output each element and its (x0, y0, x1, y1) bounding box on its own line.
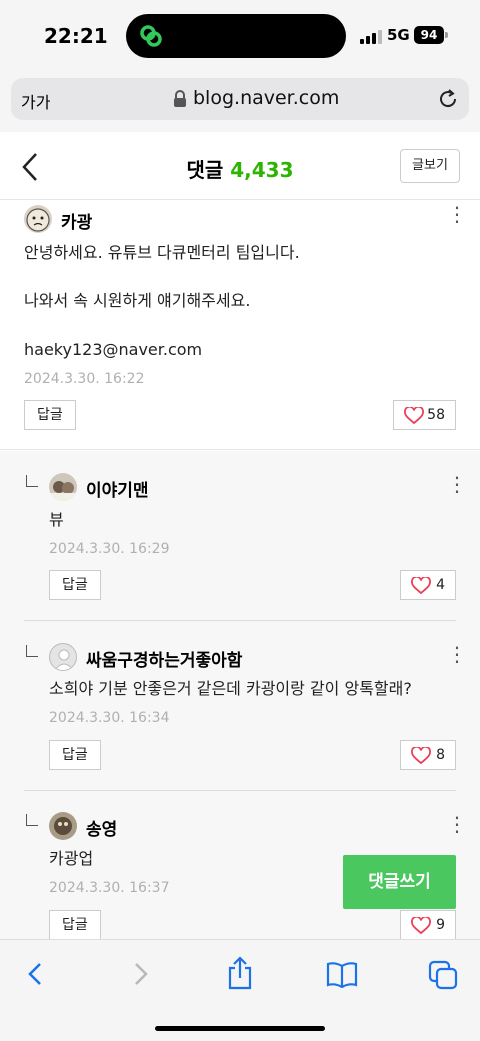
share-icon[interactable] (226, 956, 254, 990)
like-button[interactable]: 58 (393, 400, 456, 430)
heart-icon (411, 917, 431, 935)
like-button[interactable]: 8 (400, 740, 456, 770)
reply-indent-icon (26, 475, 38, 487)
reply-button[interactable]: 답글 (24, 400, 76, 430)
heart-icon (411, 747, 431, 765)
link-activity-icon (140, 25, 162, 47)
like-count: 8 (436, 747, 445, 763)
heart-icon (404, 407, 424, 425)
comment-line: 안녕하세요. 유튜브 다큐멘터리 팀입니다. (24, 243, 300, 262)
comment-line: 나와서 속 시원하게 얘기해주세요. (24, 291, 251, 310)
view-post-button[interactable]: 글보기 (400, 149, 460, 183)
like-button[interactable]: 9 (400, 910, 456, 939)
browser-toolbar (0, 939, 480, 1041)
like-button[interactable]: 4 (400, 570, 456, 600)
comment-author[interactable]: 카광 (61, 208, 92, 233)
reply-divider (24, 620, 456, 621)
reply-date: 2024.3.30. 16:34 (49, 710, 170, 726)
heart-icon (411, 577, 431, 595)
more-options-icon[interactable]: ⋮ (447, 814, 467, 834)
reply-text: 카광업 (49, 849, 94, 868)
reply-button[interactable]: 답글 (49, 740, 101, 770)
comment-date: 2024.3.30. 16:22 (24, 371, 145, 387)
avatar (49, 812, 77, 840)
tabs-icon[interactable] (428, 960, 458, 990)
reload-icon[interactable] (436, 87, 460, 111)
avatar-face-icon (26, 208, 50, 232)
default-avatar-icon (54, 649, 74, 670)
status-bar: 22:21 5G 94 (0, 0, 480, 70)
forward-icon[interactable] (128, 960, 152, 988)
write-comment-button[interactable]: 댓글쓰기 (343, 855, 456, 909)
reply-button[interactable]: 답글 (49, 910, 101, 939)
like-count: 4 (436, 577, 445, 593)
reply-button[interactable]: 답글 (49, 570, 101, 600)
reply-text: 뷰 (49, 510, 64, 529)
battery-tip (445, 32, 448, 38)
dynamic-island (126, 14, 346, 58)
reply-divider (24, 790, 456, 791)
signal-icon (360, 30, 382, 44)
title-label: 댓글 (186, 158, 224, 182)
url-text[interactable]: blog.naver.com (193, 87, 339, 109)
reply-author[interactable]: 싸움구경하는거좋아함 (86, 646, 242, 671)
like-count: 9 (436, 917, 445, 933)
more-options-icon[interactable]: ⋮ (447, 204, 467, 224)
reply-indent-icon (26, 814, 38, 826)
reply-date: 2024.3.30. 16:29 (49, 541, 170, 557)
avatar (49, 643, 77, 671)
address-bar[interactable]: 가가 blog.naver.com (11, 78, 469, 120)
more-options-icon[interactable]: ⋮ (447, 474, 467, 494)
status-time: 22:21 (44, 24, 108, 48)
browser-address-area: 가가 blog.naver.com (0, 70, 480, 132)
comment-item: 카광 ⋮ 안녕하세요. 유튜브 다큐멘터리 팀입니다. 나와서 속 시원하게 얘… (0, 200, 480, 450)
comment-count: 4,433 (230, 158, 294, 182)
lock-icon (174, 90, 186, 107)
battery-icon: 94 (414, 26, 444, 44)
reply-author[interactable]: 이야기맨 (86, 476, 149, 501)
avatar (49, 473, 77, 501)
home-indicator (155, 1026, 325, 1031)
more-options-icon[interactable]: ⋮ (447, 644, 467, 664)
reply-date: 2024.3.30. 16:37 (49, 880, 170, 896)
reply-text: 소희야 기분 안좋은거 같은데 카광이랑 같이 앙톡할래? (49, 679, 412, 698)
back-icon[interactable] (24, 960, 48, 988)
comments-header: 댓글 4,433 글보기 (0, 132, 480, 200)
like-count: 58 (427, 407, 445, 423)
avatar-photo-icon (49, 481, 77, 501)
bookmarks-icon[interactable] (326, 960, 358, 988)
avatar-photo-icon (54, 817, 72, 835)
network-type: 5G (387, 26, 410, 44)
text-size-button[interactable]: 가가 (21, 89, 50, 113)
comment-line: haeky123@naver.com (24, 340, 203, 359)
reply-indent-icon (26, 645, 38, 657)
reply-author[interactable]: 송영 (86, 815, 117, 840)
avatar (24, 205, 52, 233)
